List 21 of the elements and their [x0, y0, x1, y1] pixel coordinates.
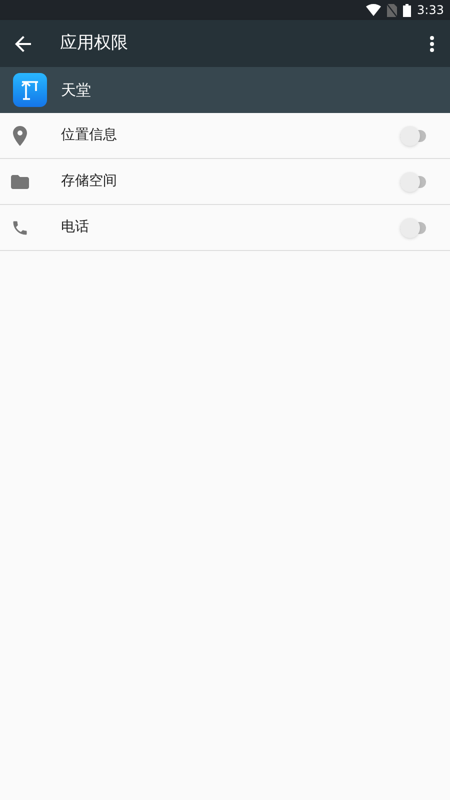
no-sim-icon	[387, 4, 398, 16]
permission-label: 位置信息	[61, 126, 118, 145]
folder-icon	[11, 174, 29, 188]
toolbar-title: 应用权限	[60, 32, 129, 55]
permission-row[interactable]: 存储空间	[0, 159, 450, 205]
back-arrow-icon	[15, 36, 31, 52]
permission-row[interactable]: 位置信息	[0, 113, 450, 159]
permission-row[interactable]: 电话	[0, 205, 450, 251]
permission-switch[interactable]	[400, 126, 428, 146]
permission-switch[interactable]	[400, 172, 428, 192]
phone-icon	[11, 218, 29, 236]
permission-label: 电话	[61, 218, 90, 237]
status-time: 3:33	[417, 2, 444, 19]
app-icon	[13, 73, 47, 107]
wifi-icon	[366, 4, 382, 16]
app-name: 天堂	[61, 80, 91, 101]
location-pin-icon	[13, 126, 27, 146]
permission-label: 存储空间	[61, 172, 118, 191]
permission-switch[interactable]	[400, 218, 428, 238]
more-options-icon	[430, 36, 434, 52]
battery-icon	[403, 4, 412, 16]
